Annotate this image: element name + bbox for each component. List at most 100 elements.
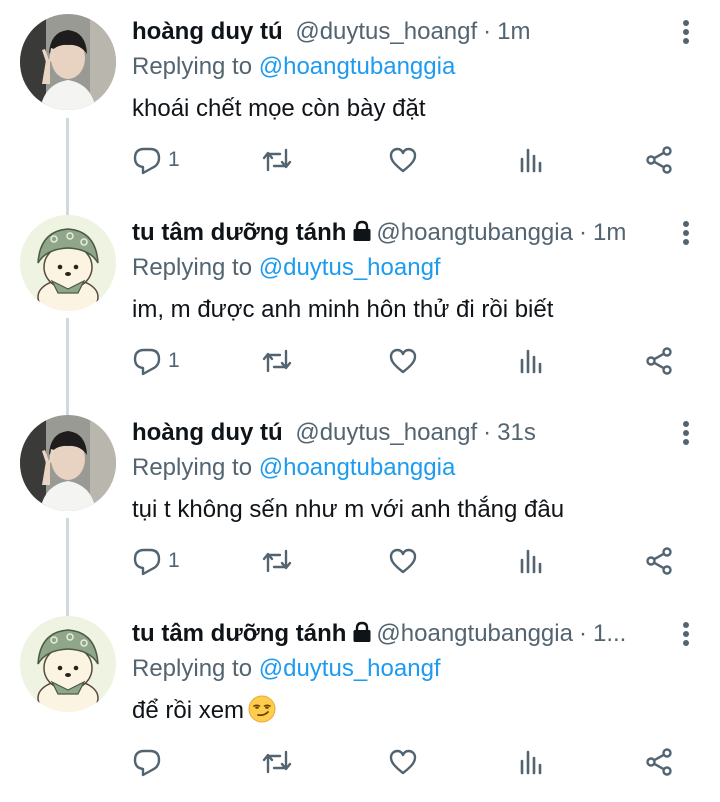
heart-icon xyxy=(389,749,417,775)
user-handle[interactable]: @hoangtubanggia xyxy=(376,219,573,246)
share-button[interactable] xyxy=(644,341,674,381)
tweet-text: tụi t không sến như m với anh thắng đâu xyxy=(132,496,565,523)
photo-avatar xyxy=(20,14,116,110)
share-button[interactable] xyxy=(644,742,674,782)
retweet-button[interactable] xyxy=(260,341,294,381)
display-name[interactable]: hoàng duy tú xyxy=(132,18,283,45)
lock-icon xyxy=(352,618,372,652)
separator: · xyxy=(483,419,492,446)
retweet-button[interactable] xyxy=(260,742,294,782)
more-vertical-icon[interactable] xyxy=(672,215,700,251)
analytics-icon xyxy=(520,349,542,374)
reply-icon xyxy=(133,348,161,376)
reply-count: 1 xyxy=(168,549,180,572)
share-button[interactable] xyxy=(644,541,674,581)
heart-icon xyxy=(389,147,417,173)
like-button[interactable] xyxy=(388,541,418,581)
tweet-text: để rồi xem xyxy=(132,695,700,732)
retweet-icon xyxy=(262,148,292,172)
more-vertical-icon[interactable] xyxy=(672,14,700,50)
replying-to: Replying to @duytus_hoangf xyxy=(132,652,700,686)
user-avatar[interactable] xyxy=(20,14,116,110)
mention-link[interactable]: @hoangtubanggia xyxy=(259,53,456,80)
share-icon xyxy=(646,347,672,375)
photo-avatar xyxy=(20,415,116,511)
tweet-header: hoàng duy tú @duytus_hoangf · 31s xyxy=(132,415,700,451)
reply-thread: hoàng duy tú @duytus_hoangf · 1m Replying … xyxy=(0,0,720,797)
tweet[interactable]: tu tâm dưỡng tánh @hoangtubanggia · 1m Repl… xyxy=(0,201,720,401)
timestamp[interactable]: 1m xyxy=(497,18,530,45)
tweet-header: tu tâm dưỡng tánh @hoangtubanggia · 1m xyxy=(132,215,700,251)
tweet-actions: 1 xyxy=(132,140,680,180)
tweet[interactable]: hoàng duy tú @duytus_hoangf · 31s Replying… xyxy=(0,401,720,601)
user-avatar[interactable] xyxy=(20,215,116,311)
user-handle[interactable]: @duytus_hoangf xyxy=(295,419,477,446)
tweet-actions: 1 xyxy=(132,341,680,381)
timestamp[interactable]: 1m xyxy=(593,219,626,246)
replying-to-label: Replying to xyxy=(132,655,259,682)
display-name[interactable]: hoàng duy tú xyxy=(132,419,283,446)
analytics-icon xyxy=(520,750,542,775)
more-vertical-icon[interactable] xyxy=(672,616,700,652)
mention-link[interactable]: @hoangtubanggia xyxy=(259,454,456,481)
bear-avatar xyxy=(20,215,116,311)
tweet-header: tu tâm dưỡng tánh @hoangtubanggia · 1... xyxy=(132,616,700,652)
share-icon xyxy=(646,146,672,174)
retweet-button[interactable] xyxy=(260,140,294,180)
share-icon xyxy=(646,748,672,776)
display-name[interactable]: tu tâm dưỡng tánh xyxy=(132,219,346,246)
timestamp[interactable]: 31s xyxy=(497,419,536,446)
user-handle[interactable]: @duytus_hoangf xyxy=(295,18,477,45)
separator: · xyxy=(483,18,492,45)
retweet-button[interactable] xyxy=(260,541,294,581)
tweet[interactable]: hoàng duy tú @duytus_hoangf · 1m Replying … xyxy=(0,0,720,200)
reply-button[interactable]: 1 xyxy=(132,341,180,381)
user-avatar[interactable] xyxy=(20,415,116,511)
tweet-actions: 1 xyxy=(132,541,680,581)
reply-button[interactable]: 1 xyxy=(132,140,180,180)
tweet-text: im, m được anh minh hôn thử đi rồi biết xyxy=(132,296,554,323)
heart-icon xyxy=(389,348,417,374)
replying-to-label: Replying to xyxy=(132,254,259,281)
tweet-content: hoàng duy tú @duytus_hoangf · 31s Replying… xyxy=(132,415,700,526)
views-button[interactable] xyxy=(516,541,546,581)
mention-link[interactable]: @duytus_hoangf xyxy=(259,254,441,281)
reply-icon xyxy=(133,147,161,175)
share-icon xyxy=(646,547,672,575)
replying-to: Replying to @hoangtubanggia xyxy=(132,50,700,84)
reply-count: 1 xyxy=(168,148,180,171)
reply-count: 1 xyxy=(168,349,180,372)
tweet-header: hoàng duy tú @duytus_hoangf · 1m xyxy=(132,14,700,50)
views-button[interactable] xyxy=(516,140,546,180)
like-button[interactable] xyxy=(388,140,418,180)
bear-avatar xyxy=(20,616,116,712)
replying-to-label: Replying to xyxy=(132,454,259,481)
tweet-content: tu tâm dưỡng tánh @hoangtubanggia · 1m Repl… xyxy=(132,215,700,326)
replying-to: Replying to @duytus_hoangf xyxy=(132,251,700,285)
separator: · xyxy=(578,219,587,246)
tweet-text: khoái chết mọe còn bày đặt xyxy=(132,95,426,122)
retweet-icon xyxy=(262,549,292,573)
display-name[interactable]: tu tâm dưỡng tánh xyxy=(132,620,346,647)
heart-icon xyxy=(389,548,417,574)
user-avatar[interactable] xyxy=(20,616,116,712)
reply-button[interactable] xyxy=(132,742,168,782)
retweet-icon xyxy=(262,349,292,373)
like-button[interactable] xyxy=(388,341,418,381)
mention-link[interactable]: @duytus_hoangf xyxy=(259,655,441,682)
timestamp[interactable]: 1... xyxy=(593,620,626,647)
replying-to: Replying to @hoangtubanggia xyxy=(132,451,700,485)
views-button[interactable] xyxy=(516,742,546,782)
tweet[interactable]: tu tâm dưỡng tánh @hoangtubanggia · 1... Re… xyxy=(0,602,720,802)
tweet-actions xyxy=(132,742,680,782)
like-button[interactable] xyxy=(388,742,418,782)
tweet-content: hoàng duy tú @duytus_hoangf · 1m Replying … xyxy=(132,14,700,125)
share-button[interactable] xyxy=(644,140,674,180)
analytics-icon xyxy=(520,549,542,574)
reply-button[interactable]: 1 xyxy=(132,541,180,581)
retweet-icon xyxy=(262,750,292,774)
more-vertical-icon[interactable] xyxy=(672,415,700,451)
user-handle[interactable]: @hoangtubanggia xyxy=(376,620,573,647)
reply-icon xyxy=(133,749,161,777)
views-button[interactable] xyxy=(516,341,546,381)
